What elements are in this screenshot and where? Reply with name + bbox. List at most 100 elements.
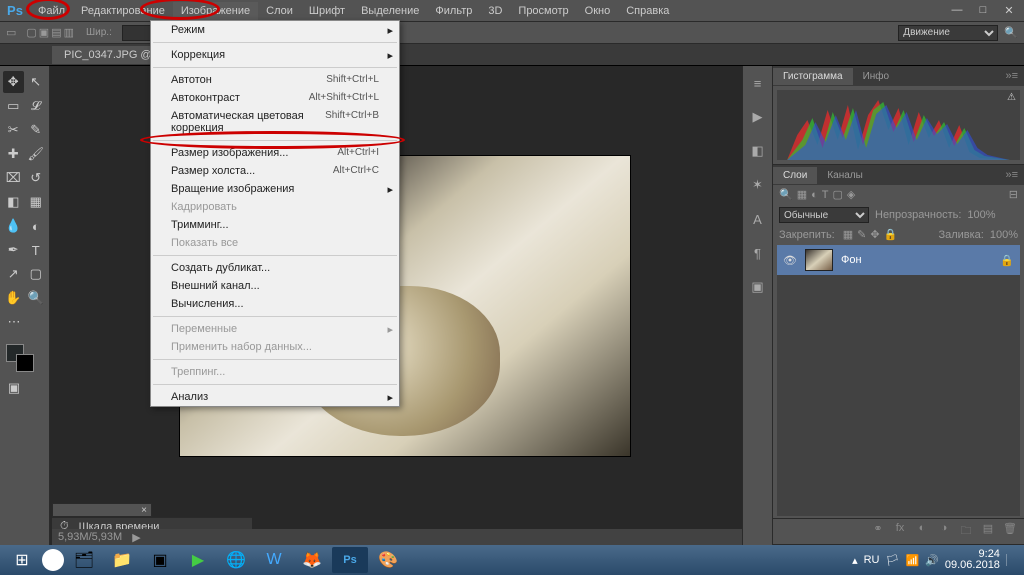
taskbar-photoshop[interactable]: Ps (332, 547, 368, 573)
zoom-tool[interactable]: 🔍 (26, 287, 47, 309)
taskbar-yandex[interactable] (42, 549, 64, 571)
eyedropper-tool[interactable]: ✎ (26, 119, 47, 141)
menu-3d[interactable]: 3D (480, 2, 510, 20)
adjustment-icon[interactable]: ◑ (936, 522, 952, 541)
filter-shape-icon[interactable]: ▢ (833, 188, 843, 201)
color-swatches[interactable] (2, 342, 47, 376)
taskbar-paint[interactable]: 🎨 (370, 547, 406, 573)
filter-adj-icon[interactable]: ◐ (811, 189, 818, 201)
menu-edit[interactable]: Редактирование (73, 2, 173, 20)
menu-help[interactable]: Справка (618, 2, 677, 20)
filter-kind-icon[interactable]: 🔍 (779, 188, 793, 201)
workspace-select[interactable]: Движение (898, 25, 998, 41)
search-icon[interactable]: 🔍 (1004, 26, 1018, 39)
3d-panel-icon[interactable]: ▣ (747, 276, 769, 298)
heal-tool[interactable]: ✚ (3, 143, 24, 165)
menu-file[interactable]: Файл (30, 2, 73, 20)
taskbar-media[interactable]: ▶ (180, 547, 216, 573)
lasso-tool[interactable]: 𝓛 (26, 95, 47, 117)
menu-type[interactable]: Шрифт (301, 2, 353, 20)
delete-layer-icon[interactable]: 🗑 (1002, 522, 1018, 541)
visibility-icon[interactable]: 👁 (783, 254, 797, 267)
tray-flag-icon[interactable]: 🏳 (886, 554, 900, 567)
menu-item-коррекция[interactable]: Коррекция▸ (151, 46, 399, 64)
paragraph-panel-icon[interactable]: ¶ (747, 242, 769, 264)
history-brush-tool[interactable]: ↺ (26, 167, 47, 189)
group-icon[interactable]: 🗀 (958, 522, 974, 541)
blend-mode-select[interactable]: Обычные (779, 207, 869, 223)
maximize-button[interactable]: □ (974, 4, 992, 17)
menu-item-размер-холста-[interactable]: Размер холста...Alt+Ctrl+C (151, 162, 399, 180)
tab-histogram[interactable]: Гистограмма (773, 68, 853, 85)
move-tool[interactable]: ✥ (3, 71, 24, 93)
menu-filter[interactable]: Фильтр (427, 2, 480, 20)
menu-layer[interactable]: Слои (258, 2, 301, 20)
tab-layers[interactable]: Слои (773, 167, 817, 184)
menu-item-внешний-канал-[interactable]: Внешний канал... (151, 277, 399, 295)
status-play-icon[interactable]: ▶ (132, 531, 140, 544)
opacity-value[interactable]: 100% (967, 209, 995, 221)
menu-item-режим[interactable]: Режим▸ (151, 21, 399, 39)
tab-info[interactable]: Инфо (853, 68, 900, 85)
filter-pixel-icon[interactable]: ▦ (797, 188, 807, 201)
new-layer-icon[interactable]: ▤ (980, 522, 996, 541)
brushes-panel-icon[interactable]: ✶ (747, 174, 769, 196)
taskbar-word[interactable]: W (256, 547, 292, 573)
menu-item-автоконтраст[interactable]: АвтоконтрастAlt+Shift+Ctrl+L (151, 89, 399, 107)
taskbar-chrome[interactable]: 🌐 (218, 547, 254, 573)
menu-select[interactable]: Выделение (353, 2, 427, 20)
quickmask-tool[interactable]: ▣ (3, 377, 25, 399)
mask-icon[interactable]: ◐ (914, 522, 930, 541)
shape-tool[interactable]: ▢ (26, 263, 47, 285)
marquee-icon[interactable]: ▭ (6, 26, 16, 39)
edit-toolbar[interactable]: ⋯ (3, 311, 25, 333)
fill-value[interactable]: 100% (990, 229, 1018, 241)
brush-tool[interactable]: 🖌 (26, 143, 47, 165)
close-button[interactable]: ✕ (1000, 4, 1018, 17)
blur-tool[interactable]: 💧 (3, 215, 24, 237)
properties-panel-icon[interactable]: ◧ (747, 140, 769, 162)
menu-window[interactable]: Окно (577, 2, 619, 20)
minimize-button[interactable]: — (948, 4, 966, 17)
stamp-tool[interactable]: ⌧ (3, 167, 24, 189)
taskbar-firefox[interactable]: 🦊 (294, 547, 330, 573)
selmode-icons[interactable]: ▢▣▤▥ (26, 26, 76, 39)
menu-item-размер-изображения-[interactable]: Размер изображения...Alt+Ctrl+I (151, 144, 399, 162)
tray-sound-icon[interactable]: 🔊 (925, 554, 939, 567)
dodge-tool[interactable]: ◐ (26, 215, 47, 237)
taskbar-folder[interactable]: 📁 (104, 547, 140, 573)
layer-name[interactable]: Фон (841, 254, 862, 266)
tray-up-icon[interactable]: ▴ (852, 554, 858, 567)
filter-type-icon[interactable]: T (822, 189, 829, 201)
link-layers-icon[interactable]: ⚭ (870, 522, 886, 541)
actions-panel-icon[interactable]: ▶ (747, 106, 769, 128)
taskbar-explorer[interactable]: 🗂 (66, 547, 102, 573)
menu-item-тримминг-[interactable]: Тримминг... (151, 216, 399, 234)
menu-item-анализ[interactable]: Анализ▸ (151, 388, 399, 406)
tray-lang[interactable]: RU (864, 554, 880, 566)
panel-menu-icon[interactable]: »≡ (999, 70, 1024, 82)
menu-view[interactable]: Просмотр (510, 2, 576, 20)
type-tool[interactable]: T (26, 239, 47, 261)
menu-image[interactable]: Изображение (173, 2, 258, 20)
start-button[interactable]: ⊞ (4, 547, 40, 573)
pen-tool[interactable]: ✒ (3, 239, 24, 261)
menu-item-автотон[interactable]: АвтотонShift+Ctrl+L (151, 71, 399, 89)
layer-row[interactable]: 👁 Фон 🔒 (777, 245, 1020, 275)
hand-tool[interactable]: ✋ (3, 287, 24, 309)
tray-showdesktop[interactable] (1006, 554, 1016, 566)
filter-smart-icon[interactable]: ◈ (847, 188, 855, 201)
crop-tool[interactable]: ✂ (3, 119, 24, 141)
gradient-tool[interactable]: ▦ (26, 191, 47, 213)
histogram-warning-icon[interactable]: ⚠ (1007, 92, 1016, 103)
lock-icons[interactable]: ▦✎✥🔒 (841, 228, 900, 241)
menu-item-вычисления-[interactable]: Вычисления... (151, 295, 399, 313)
panel-menu-icon[interactable]: »≡ (999, 169, 1024, 181)
path-tool[interactable]: ↗ (3, 263, 24, 285)
tray-network-icon[interactable]: 📶 (905, 554, 919, 567)
menu-item-создать-дубликат-[interactable]: Создать дубликат... (151, 259, 399, 277)
eraser-tool[interactable]: ◧ (3, 191, 24, 213)
lock-icon[interactable]: 🔒 (1000, 254, 1014, 267)
layer-thumbnail[interactable] (805, 249, 833, 271)
artboard-tool[interactable]: ↖ (26, 71, 47, 93)
